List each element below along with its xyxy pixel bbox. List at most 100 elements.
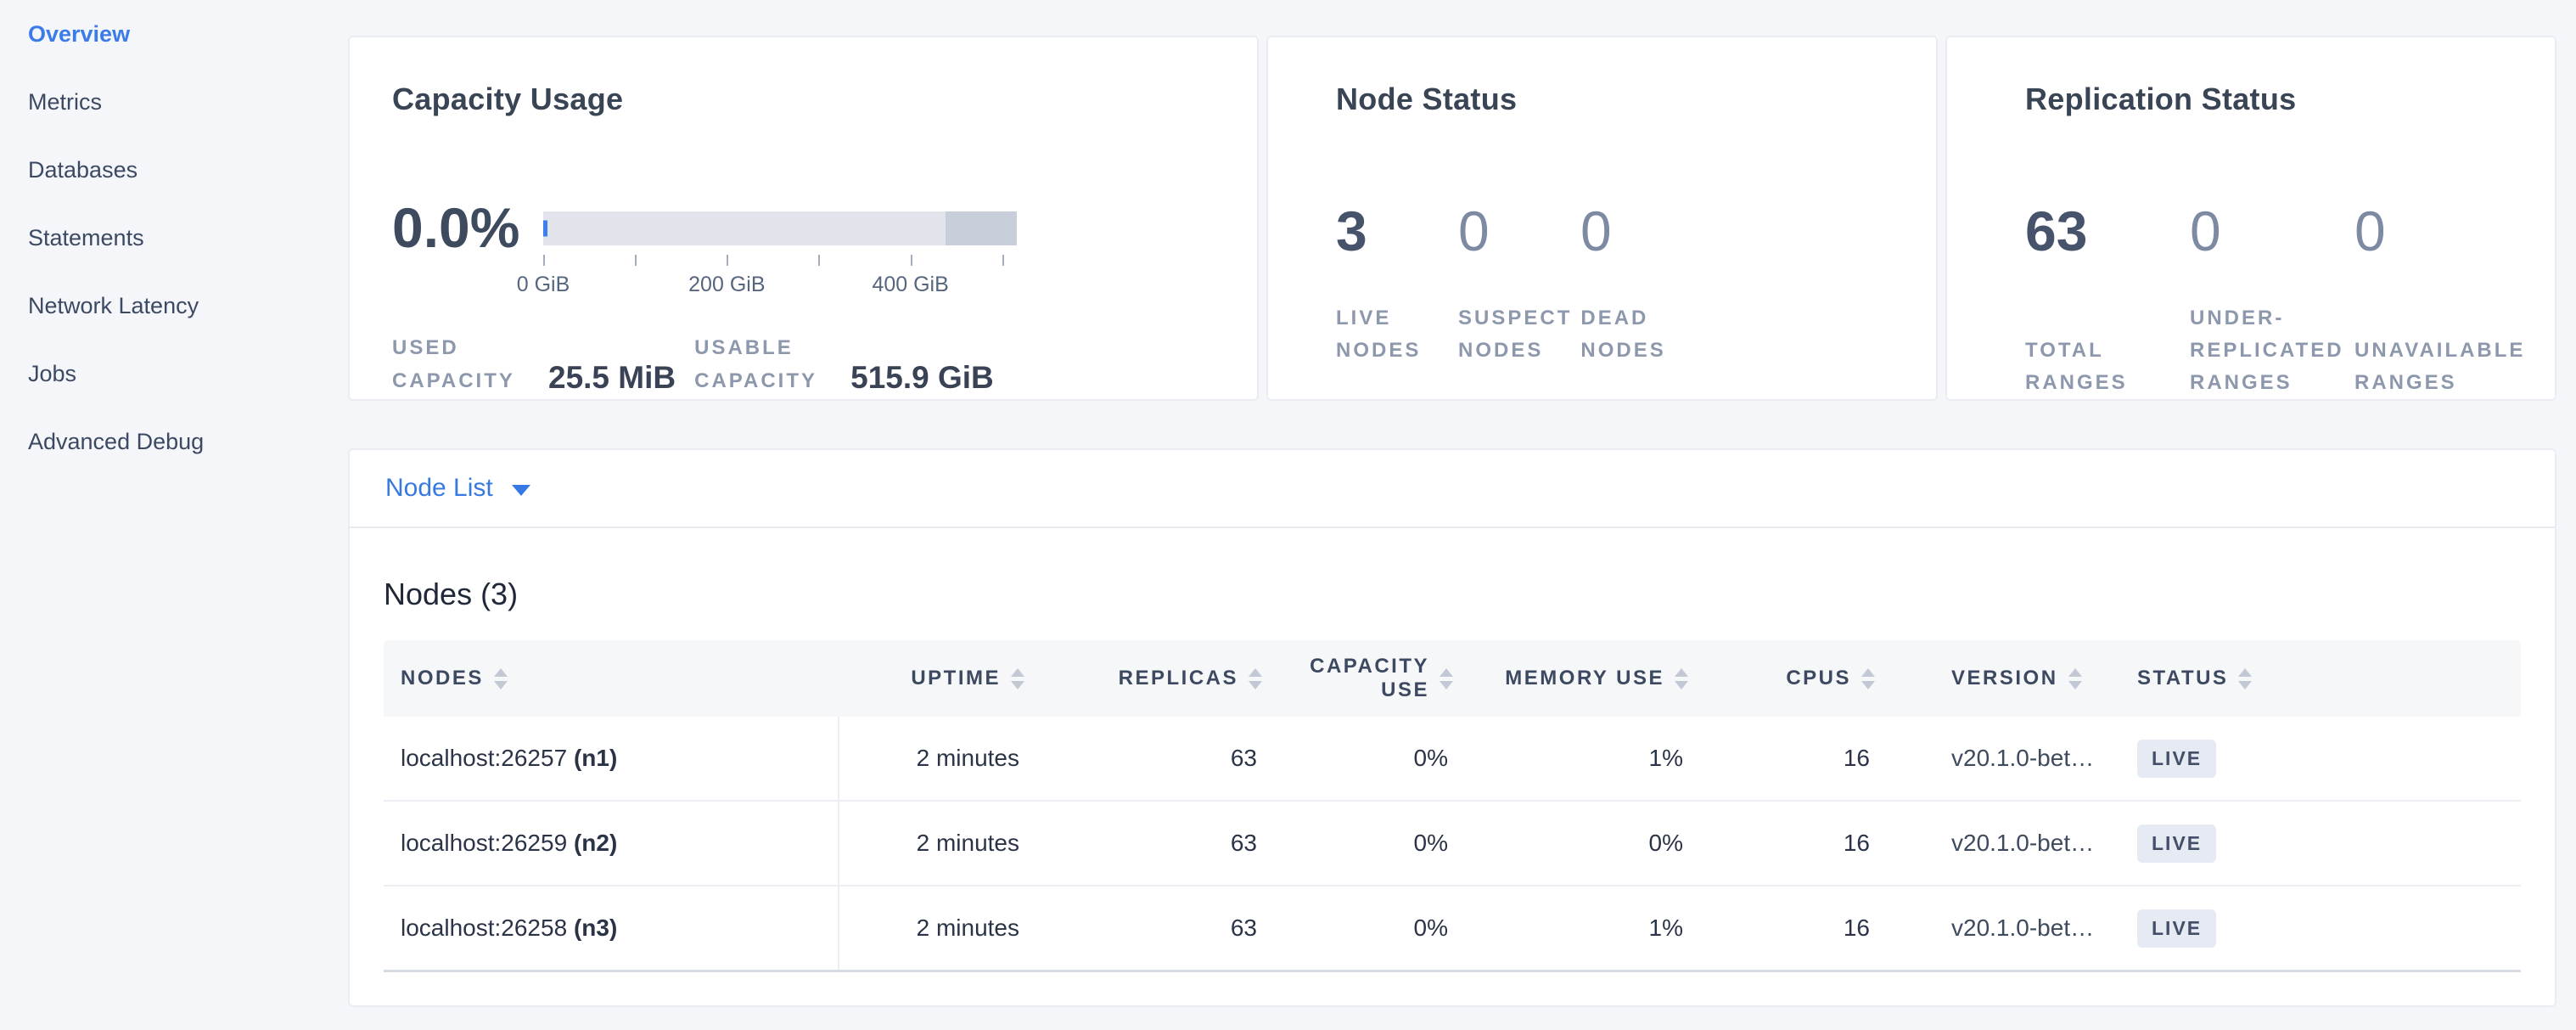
live-nodes-label: LIVE NODES [1336,302,1458,367]
column-header-capacity-use[interactable]: CAPACITY USE [1279,655,1470,702]
node-address-cell: localhost:26257 (n1) [384,717,839,800]
axis-tick [1002,255,1004,266]
column-header-replicas[interactable]: REPLICAS [1041,667,1279,690]
node-list-dropdown-row: Node List [350,450,2555,528]
status-badge: LIVE [2137,909,2216,948]
node-address: localhost:26259 [401,830,567,857]
uptime-cell: 2 minutes [839,915,1041,942]
column-header-cpus[interactable]: CPUS [1705,667,1892,690]
sidebar-item-metrics[interactable]: Metrics [0,68,348,136]
node-status-values: 300 [1336,202,1911,260]
table-row[interactable]: localhost:26257 (n1)2 minutes630%1%16v20… [384,717,2521,802]
version-cell: v20.1.0-bet… [1892,915,2124,942]
column-header-label: VERSION [1951,667,2058,690]
used-capacity-label: USED CAPACITY [392,331,538,397]
summary-cards-row: Capacity Usage 0.0% 0 GiB200 GiB400 GiB … [348,36,2556,401]
column-header-label: UPTIME [911,667,1001,690]
status-cell: LIVE [2124,825,2524,863]
axis-tick [911,255,912,266]
unavailable-ranges-value: 0 [2354,202,2519,260]
chevron-down-icon [512,485,530,496]
usable-capacity-label: USABLE CAPACITY [694,331,840,397]
suspect-nodes-value: 0 [1458,202,1580,260]
replicas-cell: 63 [1041,915,1279,942]
memory-use-cell: 1% [1470,915,1705,942]
page: OverviewMetricsDatabasesStatementsNetwor… [0,0,2576,1030]
axis-tick-label: 0 GiB [517,273,570,297]
main-content: Capacity Usage 0.0% 0 GiB200 GiB400 GiB … [348,0,2556,1007]
cpus-cell: 16 [1705,745,1892,772]
sort-arrows-icon [2068,668,2082,689]
sidebar-item-jobs[interactable]: Jobs [0,340,348,408]
sidebar-item-advanced-debug[interactable]: Advanced Debug [0,408,348,476]
cpus-cell: 16 [1705,915,1892,942]
sort-arrows-icon [1249,668,1262,689]
capacity-use-cell: 0% [1279,745,1470,772]
node-id: (n1) [574,745,617,772]
sidebar-item-statements[interactable]: Statements [0,204,348,272]
axis-tick-label: 200 GiB [688,273,765,297]
version-cell: v20.1.0-bet… [1892,830,2124,857]
sidebar-item-databases[interactable]: Databases [0,136,348,204]
capacity-axis-ticks [543,255,1017,267]
capacity-axis-labels: 0 GiB200 GiB400 GiB [543,273,1017,298]
axis-tick [543,255,545,266]
sidebar-item-network-latency[interactable]: Network Latency [0,272,348,340]
replication-status-labels: TOTAL RANGESUNDER- REPLICATED RANGESUNAV… [2025,302,2538,399]
uptime-cell: 2 minutes [839,830,1041,857]
suspect-nodes-label: SUSPECT NODES [1458,302,1580,367]
node-id: (n2) [574,830,617,857]
sidebar: OverviewMetricsDatabasesStatementsNetwor… [0,0,348,476]
capacity-stats-row: USED CAPACITY 25.5 MiB USABLE CAPACITY 5… [392,331,1223,397]
replication-status-values: 6300 [2025,202,2538,260]
status-cell: LIVE [2124,740,2524,778]
live-nodes-value: 3 [1336,202,1458,260]
sort-arrows-icon [2238,668,2252,689]
node-status-title: Node Status [1336,81,1911,118]
axis-tick-label: 400 GiB [872,273,948,297]
capacity-bar-other-usage-segment [946,211,1017,245]
used-capacity-value: 25.5 MiB [548,358,676,397]
table-row[interactable]: localhost:26258 (n3)2 minutes630%1%16v20… [384,886,2521,972]
column-header-version[interactable]: VERSION [1892,667,2124,690]
nodes-table-body: localhost:26257 (n1)2 minutes630%1%16v20… [384,717,2521,972]
replication-status-card: Replication Status 6300 TOTAL RANGESUNDE… [1945,36,2556,401]
column-header-label: MEMORY USE [1505,667,1664,690]
replicas-cell: 63 [1041,830,1279,857]
node-address: localhost:26257 [401,745,567,772]
capacity-bar-used-segment [543,221,547,237]
column-header-memory-use[interactable]: MEMORY USE [1470,667,1705,690]
status-badge: LIVE [2137,740,2216,778]
node-address: localhost:26258 [401,915,567,942]
nodes-heading: Nodes (3) [384,576,2521,613]
column-header-nodes[interactable]: NODES [384,667,839,690]
axis-tick [635,255,637,266]
sort-arrows-icon [1675,668,1688,689]
version-cell: v20.1.0-bet… [1892,745,2124,772]
memory-use-cell: 0% [1470,830,1705,857]
replicas-cell: 63 [1041,745,1279,772]
node-list-dropdown[interactable]: Node List [385,474,530,503]
uptime-cell: 2 minutes [839,745,1041,772]
axis-tick [818,255,820,266]
sidebar-item-overview[interactable]: Overview [0,0,348,68]
replication-status-title: Replication Status [2025,81,2538,118]
capacity-used-percent: 0.0% [392,199,524,298]
nodes-table: NODES UPTIME REPLICAS CAPACITY USE MEMORY US… [384,640,2521,972]
total-ranges-label: TOTAL RANGES [2025,335,2190,399]
sort-arrows-icon [494,668,508,689]
table-row[interactable]: localhost:26259 (n2)2 minutes630%0%16v20… [384,802,2521,886]
nodes-table-header: NODES UPTIME REPLICAS CAPACITY USE MEMORY US… [384,640,2521,717]
column-header-label: REPLICAS [1119,667,1238,690]
axis-tick [727,255,728,266]
sort-arrows-icon [1011,668,1024,689]
node-list-card: Node List Nodes (3) NODES UPTIME REPLICAS C… [348,448,2556,1007]
under-replicated-ranges-label: UNDER- REPLICATED RANGES [2190,302,2354,399]
column-header-status[interactable]: STATUS [2124,667,2524,690]
cpus-cell: 16 [1705,830,1892,857]
status-badge: LIVE [2137,825,2216,863]
capacity-use-cell: 0% [1279,830,1470,857]
unavailable-ranges-label: UNAVAILABLE RANGES [2354,335,2534,399]
capacity-use-cell: 0% [1279,915,1470,942]
column-header-uptime[interactable]: UPTIME [839,667,1041,690]
